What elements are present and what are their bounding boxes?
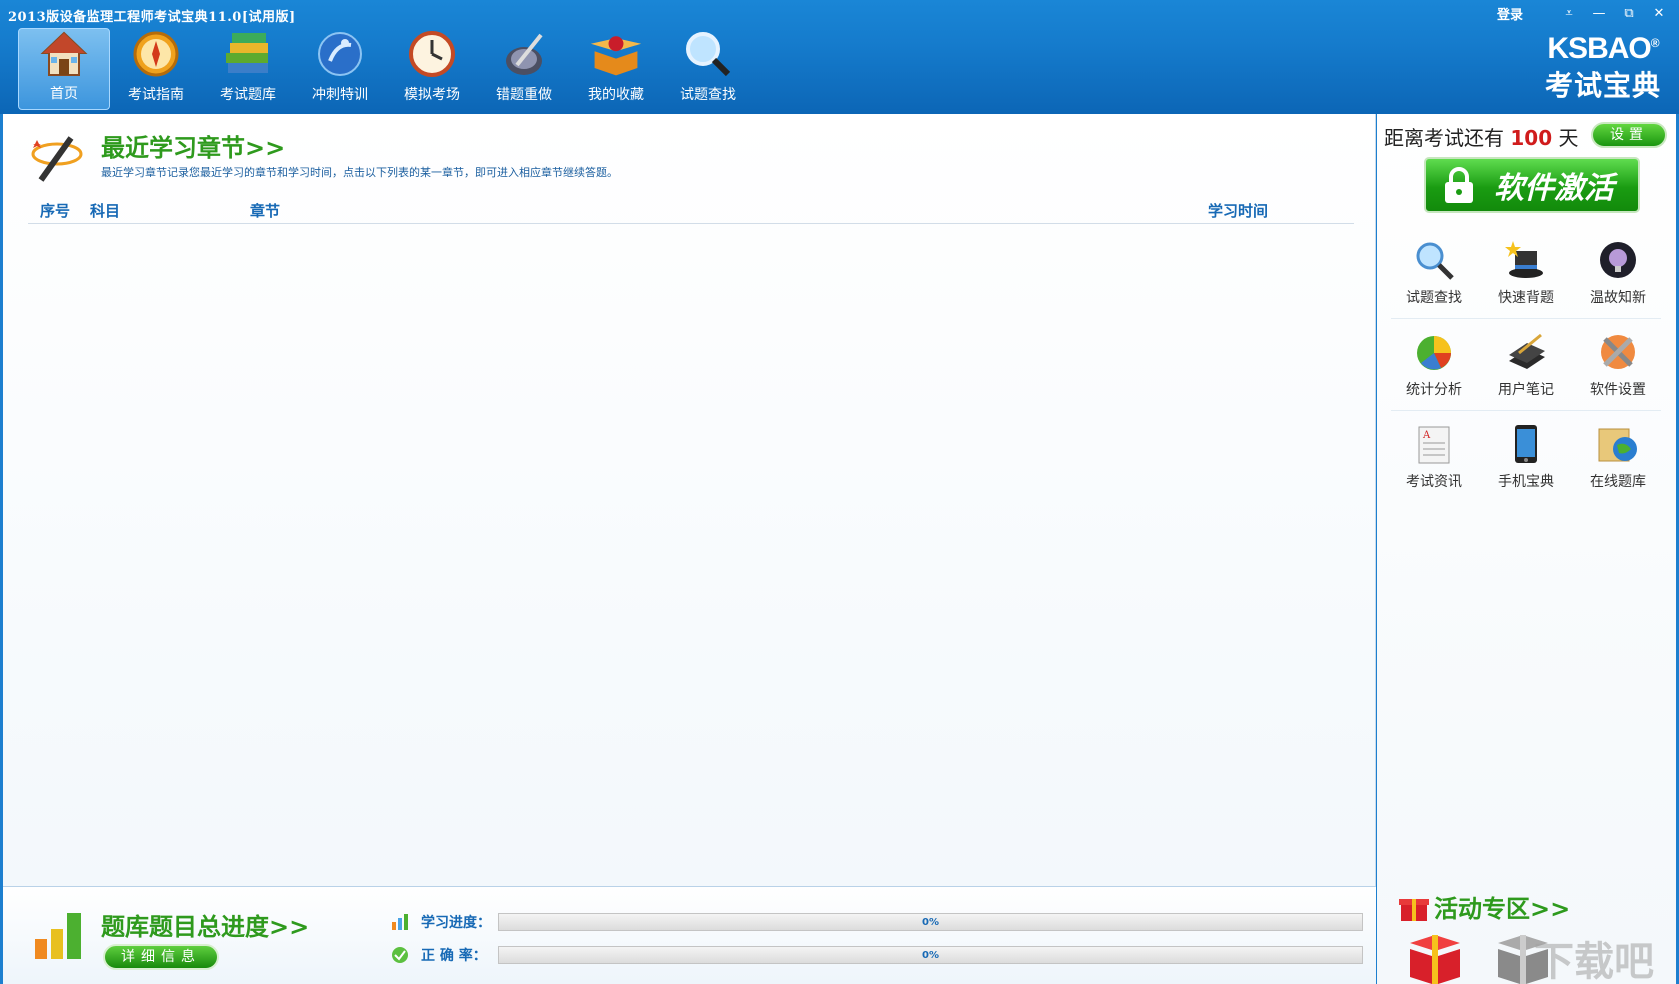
- recent-chapters-description: 最近学习章节记录您最近学习的章节和学习时间，点击以下列表的某一章节，即可进入相应…: [101, 166, 618, 179]
- nav-question-bank[interactable]: 考试题库: [202, 28, 294, 110]
- close-button[interactable]: ✕: [1647, 5, 1671, 23]
- detail-info-button[interactable]: 详细信息: [103, 944, 219, 970]
- study-progress-label: 学习进度：: [421, 915, 491, 931]
- exam-countdown: 距离考试还有 100 天: [1384, 126, 1579, 150]
- tool-software-settings[interactable]: 软件设置: [1575, 319, 1661, 410]
- restore-button[interactable]: ⧉: [1617, 5, 1641, 23]
- lock-icon: [1442, 165, 1476, 205]
- accuracy-value: 0%: [922, 950, 939, 961]
- magic-hat-icon: [1503, 237, 1549, 283]
- tool-row: 统计分析 用户笔记 软件设置: [1391, 319, 1661, 411]
- tool-statistics[interactable]: 统计分析: [1391, 319, 1477, 410]
- pie-chart-icon: [1411, 329, 1457, 375]
- nav-my-favorites[interactable]: 我的收藏: [570, 28, 662, 110]
- nav-label: 模拟考场: [404, 87, 460, 103]
- column-index[interactable]: 序号: [40, 200, 70, 221]
- pen-icon: [497, 28, 551, 80]
- folder-globe-icon: [1595, 421, 1641, 467]
- nav-home[interactable]: 首页: [18, 28, 110, 110]
- promo-title: 活动专区>>: [1434, 895, 1571, 923]
- activate-software-button[interactable]: 软件激活: [1424, 157, 1640, 213]
- promo-gift-item[interactable]: [1406, 929, 1466, 984]
- small-bar-chart-icon: [391, 913, 409, 931]
- magnifier-icon: [681, 28, 735, 80]
- tool-question-search[interactable]: 试题查找: [1391, 227, 1477, 318]
- column-chapter[interactable]: 章节: [250, 200, 280, 221]
- tool-mobile-app[interactable]: 手机宝典: [1483, 411, 1569, 503]
- nav-label: 考试指南: [128, 87, 184, 103]
- window-title: 2013版设备监理工程师考试宝典11.0[试用版]: [8, 10, 296, 25]
- nav-wrong-redo[interactable]: 错题重做: [478, 28, 570, 110]
- tool-review-knowledge[interactable]: 温故知新: [1575, 227, 1661, 318]
- column-subject[interactable]: 科目: [90, 200, 120, 221]
- nav-mock-exam[interactable]: 模拟考场: [386, 28, 478, 110]
- document-icon: A: [1411, 421, 1457, 467]
- tool-user-notes[interactable]: 用户笔记: [1483, 319, 1569, 410]
- settings-tools-icon: [1595, 329, 1641, 375]
- nav-label: 试题查找: [680, 87, 736, 103]
- activate-label: 软件激活: [1494, 171, 1614, 206]
- nav-exam-guide[interactable]: 考试指南: [110, 28, 202, 110]
- tool-row: A 考试资讯 手机宝典 在线题库: [1391, 411, 1661, 503]
- clock-icon: [405, 28, 459, 80]
- title-bar: 2013版设备监理工程师考试宝典11.0[试用版] 登录 ⩡ — ⧉ ✕ 首页 …: [0, 0, 1679, 114]
- nav-question-search[interactable]: 试题查找: [662, 28, 754, 110]
- total-progress-panel: 题库题目总进度>> 详细信息 学习进度： 0% 正 确 率： 0%: [3, 886, 1376, 984]
- study-progress-row: 学习进度： 0%: [391, 911, 1366, 933]
- tool-quick-memorize[interactable]: 快速背题: [1483, 227, 1569, 318]
- bar-chart-icon: [31, 907, 89, 965]
- main-nav: 首页 考试指南 考试题库 冲刺特训 模拟考场 错题重做 我的收藏 试题查找: [18, 28, 754, 110]
- nav-sprint-training[interactable]: 冲刺特训: [294, 28, 386, 110]
- countdown-settings-button[interactable]: 设置: [1591, 122, 1667, 148]
- svg-text:A: A: [1422, 430, 1431, 441]
- sprint-icon: [313, 28, 367, 80]
- countdown-days: 100: [1510, 126, 1553, 150]
- nav-label: 错题重做: [496, 87, 552, 103]
- right-sidebar: 距离考试还有 100 天 设置 软件激活 试题查找 快速背题 温故知新 统计分析…: [1377, 114, 1676, 984]
- window-controls: 登录 ⩡ — ⧉ ✕: [1497, 4, 1671, 24]
- nav-label: 冲刺特训: [312, 87, 368, 103]
- study-progress-bar: 0%: [498, 913, 1363, 931]
- phone-icon: [1503, 421, 1549, 467]
- tool-exam-news[interactable]: A 考试资讯: [1391, 411, 1477, 503]
- ksbao-logo: KSBAO® 考试宝典: [1544, 32, 1661, 102]
- menu-dropdown-button[interactable]: ⩡: [1557, 5, 1581, 23]
- gift-box-icon: [589, 28, 643, 80]
- recent-chapters-table-header: 序号 科目 章节 学习时间: [28, 198, 1354, 224]
- home-icon: [37, 29, 91, 79]
- recent-chapters-panel: 最近学习章节>> 最近学习章节记录您最近学习的章节和学习时间，点击以下列表的某一…: [3, 114, 1376, 886]
- nav-label: 首页: [50, 86, 78, 102]
- accuracy-row: 正 确 率： 0%: [391, 944, 1366, 966]
- check-circle-icon: [391, 946, 409, 964]
- notebook-icon: [1503, 329, 1549, 375]
- study-progress-value: 0%: [922, 917, 939, 928]
- lightbulb-icon: [1595, 237, 1641, 283]
- tool-online-bank[interactable]: 在线题库: [1575, 411, 1661, 503]
- nav-label: 我的收藏: [588, 87, 644, 103]
- compass-icon: [129, 28, 183, 80]
- nav-label: 考试题库: [220, 87, 276, 103]
- magnifier-icon: [1411, 237, 1457, 283]
- login-link[interactable]: 登录: [1497, 4, 1523, 23]
- column-study-time[interactable]: 学习时间: [1208, 200, 1268, 221]
- tool-row: 试题查找 快速背题 温故知新: [1391, 227, 1661, 319]
- recent-chapters-title: 最近学习章节>>: [101, 134, 286, 162]
- total-progress-title: 题库题目总进度>>: [101, 913, 310, 941]
- tool-grid: 试题查找 快速背题 温故知新 统计分析 用户笔记 软件设置 A 考试资讯 手机宝…: [1391, 227, 1661, 503]
- accuracy-bar: 0%: [498, 946, 1363, 964]
- accuracy-label: 正 确 率：: [421, 948, 487, 964]
- magic-wand-icon: [29, 130, 87, 188]
- watermark: 下载吧: [1534, 939, 1654, 984]
- minimize-button[interactable]: —: [1587, 5, 1611, 23]
- books-icon: [221, 28, 275, 80]
- gift-icon: [1398, 891, 1430, 927]
